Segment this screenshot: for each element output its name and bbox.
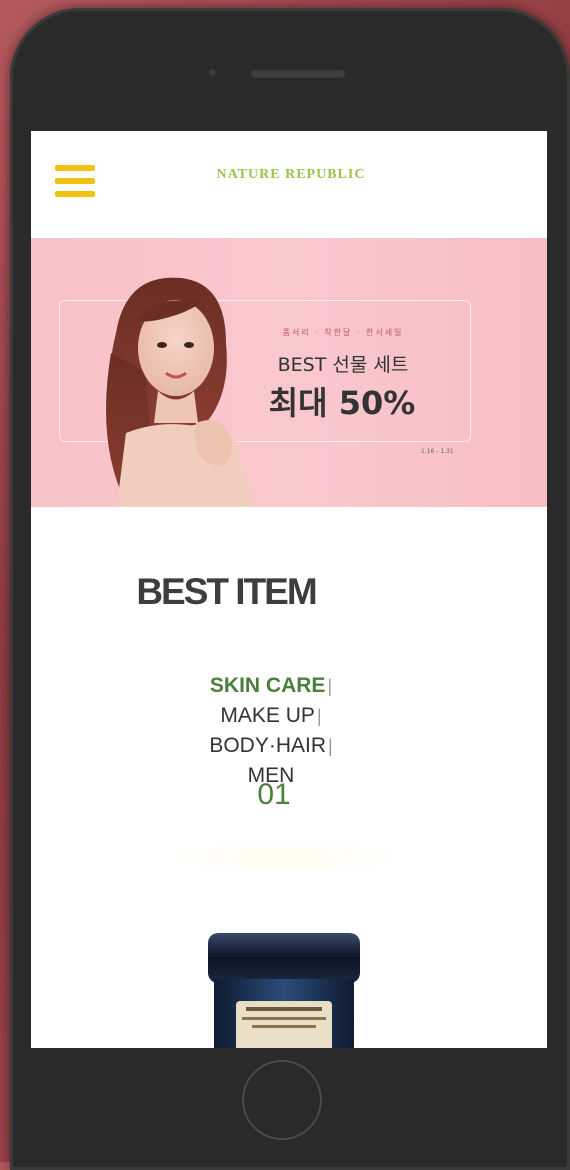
speaker-grille xyxy=(250,68,346,78)
banner-date: 1.16 - 1.31 xyxy=(421,448,454,455)
hamburger-menu-icon[interactable] xyxy=(55,165,95,199)
home-button[interactable] xyxy=(242,1060,322,1140)
screen: NATURE REPUBLIC 품서리 · 착한달 · 한서세일 BEST 선물… xyxy=(31,131,547,1048)
item-number: 01 xyxy=(257,778,291,811)
brand-logo[interactable]: NATURE REPUBLIC xyxy=(191,167,391,183)
banner-subtitle: BEST 선물 세트 xyxy=(277,354,409,376)
model-photo xyxy=(106,277,255,507)
camera-icon xyxy=(208,68,217,77)
banner-headline: 최대 50% xyxy=(268,384,416,422)
tab-skin-care[interactable]: SKIN CARE | xyxy=(181,671,361,701)
tab-make-up[interactable]: MAKE UP | xyxy=(181,701,361,731)
promo-banner[interactable]: 품서리 · 착한달 · 한서세일 BEST 선물 세트 최대 50% 1.16 … xyxy=(31,238,547,507)
section-title: BEST ITEM xyxy=(136,571,317,612)
category-tabs: SKIN CARE | MAKE UP | BODY·HAIR | MEN xyxy=(181,671,361,791)
top-bar: NATURE REPUBLIC xyxy=(31,131,547,238)
banner-small-text: 품서리 · 착한달 · 한서세일 xyxy=(282,328,404,337)
highlight-glow xyxy=(161,841,411,873)
tab-body-hair[interactable]: BODY·HAIR | xyxy=(181,731,361,761)
product-jar-image[interactable] xyxy=(206,931,362,1048)
phone-frame: NATURE REPUBLIC 품서리 · 착한달 · 한서세일 BEST 선물… xyxy=(10,8,570,1170)
